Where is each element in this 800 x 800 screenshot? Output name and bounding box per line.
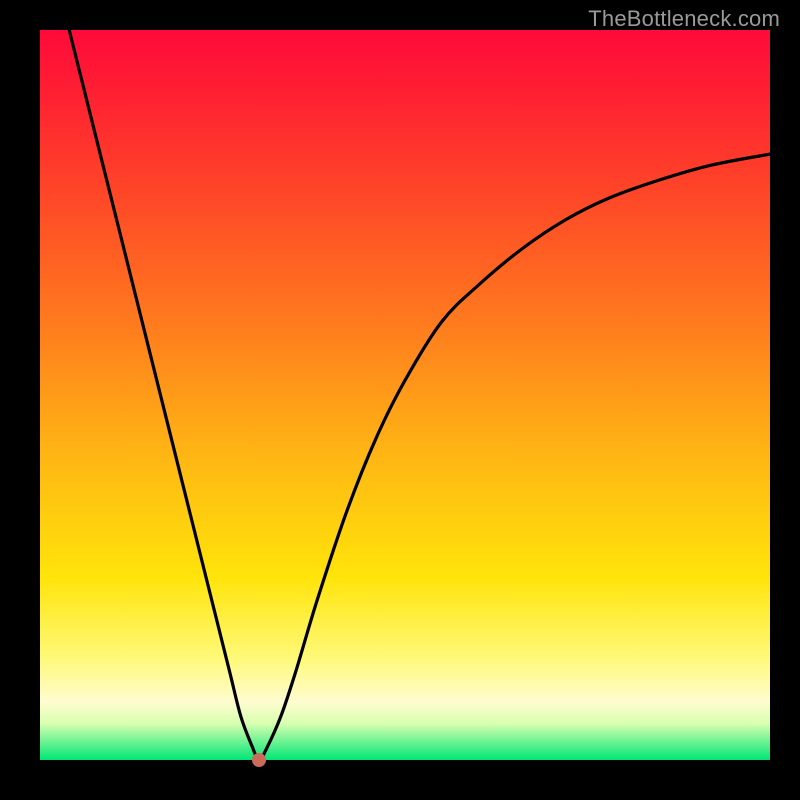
watermark-text: TheBottleneck.com xyxy=(588,6,780,32)
curve-svg xyxy=(40,30,770,760)
min-marker xyxy=(252,753,266,767)
plot-area xyxy=(40,30,770,760)
bottleneck-curve xyxy=(69,30,770,760)
chart-frame: TheBottleneck.com xyxy=(0,0,800,800)
